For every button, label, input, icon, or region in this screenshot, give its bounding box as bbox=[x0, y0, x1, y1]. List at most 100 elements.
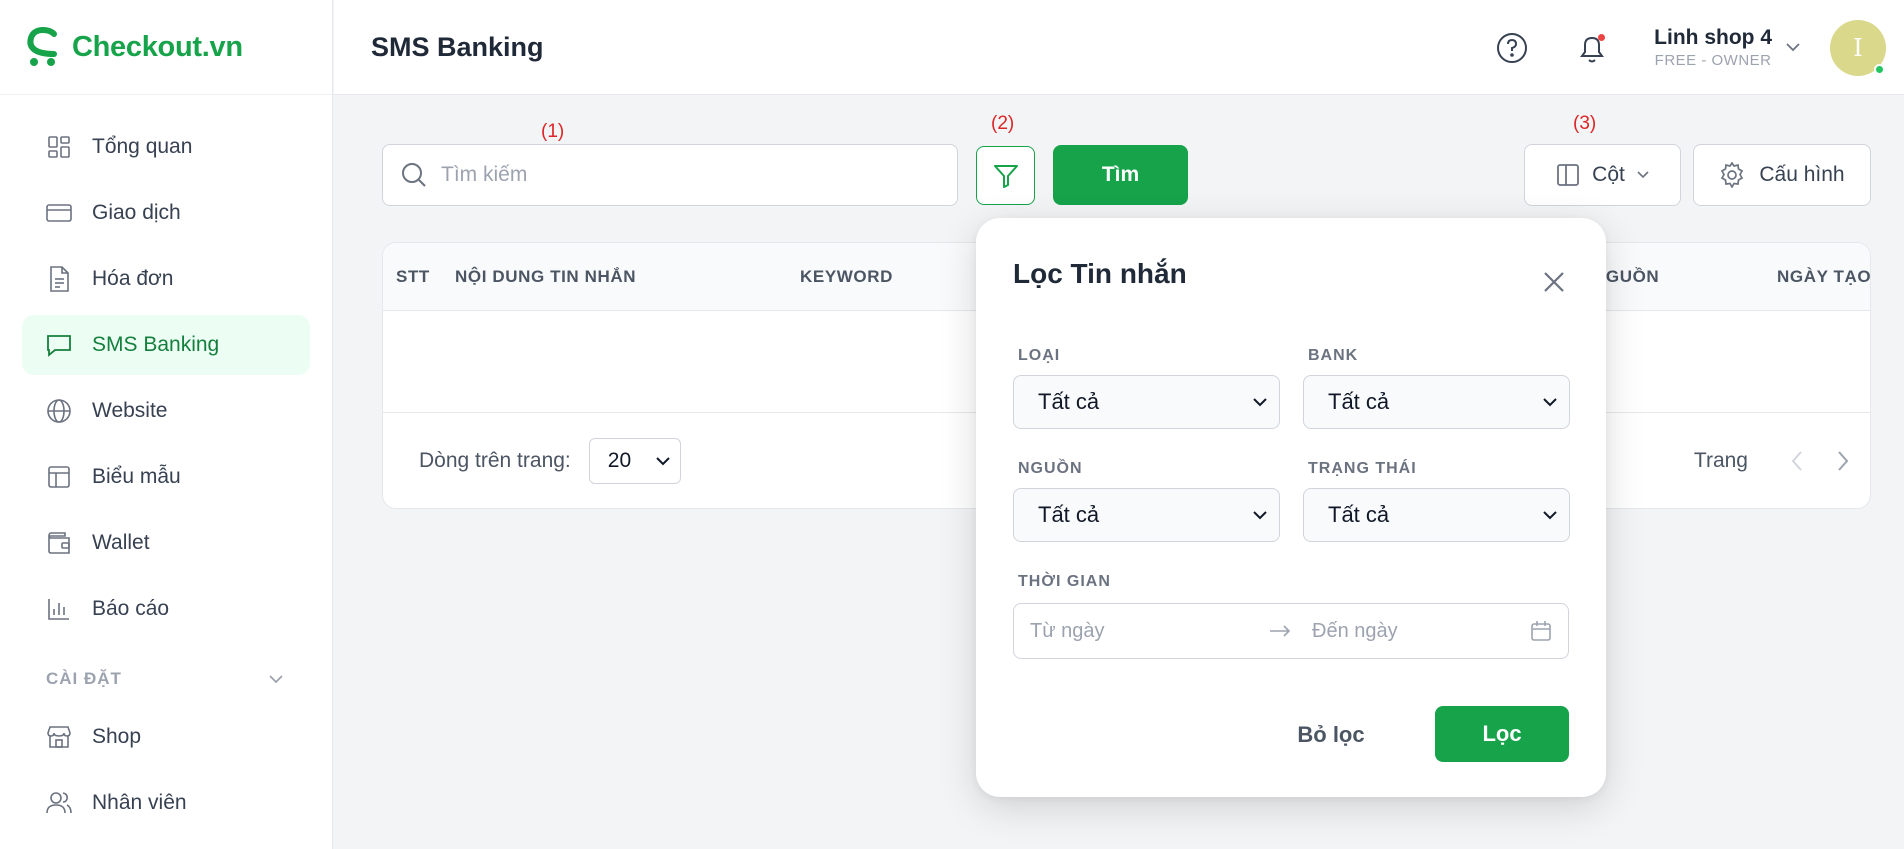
status-select[interactable]: Tất cả bbox=[1303, 488, 1570, 542]
sidebar-item-wallet[interactable]: Wallet bbox=[22, 513, 310, 573]
chevron-down-icon bbox=[1543, 510, 1557, 519]
config-label: Cấu hình bbox=[1759, 163, 1845, 186]
chevron-down-icon bbox=[1543, 397, 1557, 406]
store-icon bbox=[46, 724, 72, 750]
settings-section-toggle[interactable]: CÀI ĐẶT bbox=[22, 659, 310, 699]
credit-card-icon bbox=[46, 200, 72, 226]
marker-2: (2) bbox=[991, 113, 1015, 134]
message-icon bbox=[46, 332, 72, 358]
time-label: THỜI GIAN bbox=[1018, 573, 1111, 590]
chevron-down-icon bbox=[269, 675, 283, 684]
page-title: SMS Banking bbox=[371, 31, 544, 62]
bank-select[interactable]: Tất cả bbox=[1303, 375, 1570, 429]
source-value: Tất cả bbox=[1038, 502, 1100, 527]
checkout-logo-icon bbox=[27, 27, 57, 66]
search-icon bbox=[402, 163, 426, 187]
notification-dot bbox=[1598, 33, 1606, 41]
date-to-input[interactable]: Đến ngày bbox=[1300, 620, 1530, 643]
sidebar-item-label: Nhân viên bbox=[92, 791, 187, 814]
sidebar-item-sms-banking[interactable]: SMS Banking bbox=[22, 315, 310, 375]
help-icon bbox=[1497, 32, 1528, 63]
bank-value: Tất cả bbox=[1328, 389, 1390, 414]
sidebar-item-giao-dich[interactable]: Giao dịch bbox=[22, 183, 310, 243]
columns-button[interactable]: Cột bbox=[1524, 144, 1681, 206]
page-label: Trang bbox=[1693, 449, 1748, 472]
sidebar-item-label: Hóa đơn bbox=[92, 267, 174, 290]
type-select[interactable]: Tất cả bbox=[1013, 375, 1280, 429]
chevron-down-icon bbox=[1253, 510, 1267, 519]
sidebar-item-shop[interactable]: Shop bbox=[22, 707, 310, 767]
sidebar-item-label: Wallet bbox=[92, 531, 150, 554]
sidebar-item-label: Website bbox=[92, 399, 168, 422]
filter-title: Lọc Tin nhắn bbox=[1013, 258, 1187, 289]
type-value: Tất cả bbox=[1038, 389, 1100, 414]
sidebar-nav: Tổng quan Giao dịch Hóa đơn SMS Banking … bbox=[0, 95, 332, 833]
sidebar-item-label: SMS Banking bbox=[92, 333, 220, 356]
source-select[interactable]: Tất cả bbox=[1013, 488, 1280, 542]
arrow-right-icon bbox=[1260, 625, 1300, 637]
config-button[interactable]: Cấu hình bbox=[1693, 144, 1871, 206]
search-box bbox=[382, 144, 958, 206]
column-header-keyword[interactable]: KEYWORD bbox=[800, 243, 893, 311]
close-icon bbox=[1544, 272, 1564, 292]
sidebar-item-nhan-vien[interactable]: Nhân viên bbox=[22, 773, 310, 833]
sidebar-item-label: Biểu mẫu bbox=[92, 465, 181, 488]
find-button[interactable]: Tìm bbox=[1053, 145, 1188, 205]
apply-filter-button[interactable]: Lọc bbox=[1435, 706, 1569, 762]
avatar-initial: I bbox=[1853, 33, 1863, 62]
calendar-icon[interactable] bbox=[1530, 620, 1552, 642]
notifications-button[interactable] bbox=[1572, 28, 1612, 68]
marker-3: (3) bbox=[1573, 113, 1597, 134]
settings-section-label: CÀI ĐẶT bbox=[46, 669, 122, 688]
filter-icon bbox=[993, 164, 1018, 188]
rows-per-page-select[interactable]: 20 bbox=[588, 438, 681, 484]
rows-per-page-label: Dòng trên trang: bbox=[419, 449, 571, 472]
date-range-picker: Từ ngày Đến ngày bbox=[1013, 603, 1569, 659]
layout-icon bbox=[46, 464, 72, 490]
sidebar-item-label: Shop bbox=[92, 725, 142, 748]
chevron-down-icon bbox=[1253, 397, 1267, 406]
next-page-icon[interactable] bbox=[1836, 450, 1850, 472]
globe-icon bbox=[46, 398, 72, 424]
chevron-down-icon[interactable] bbox=[1786, 43, 1800, 52]
rows-per-page-value: 20 bbox=[607, 449, 632, 472]
search-input[interactable] bbox=[441, 163, 921, 187]
brand[interactable]: Checkout.vn bbox=[0, 0, 332, 95]
filter-button[interactable] bbox=[976, 146, 1035, 205]
top-header: SMS Banking Linh shop 4 FREE - OWNER I bbox=[334, 0, 1904, 95]
source-label: NGUỒN bbox=[1018, 460, 1083, 477]
sidebar-item-bao-cao[interactable]: Báo cáo bbox=[22, 579, 310, 639]
close-button[interactable] bbox=[1540, 268, 1568, 296]
sidebar: Checkout.vn Tổng quan Giao dịch Hóa đơn … bbox=[0, 0, 333, 849]
user-name: Linh shop 4 bbox=[1654, 26, 1772, 49]
user-menu[interactable]: Linh shop 4 FREE - OWNER bbox=[1654, 26, 1772, 69]
sidebar-item-bieu-mau[interactable]: Biểu mẫu bbox=[22, 447, 310, 507]
help-button[interactable] bbox=[1492, 28, 1532, 68]
reset-filter-button[interactable]: Bỏ lọc bbox=[1296, 708, 1366, 762]
sidebar-item-website[interactable]: Website bbox=[22, 381, 310, 441]
sidebar-item-tong-quan[interactable]: Tổng quan bbox=[22, 117, 310, 177]
chevron-down-icon bbox=[656, 456, 670, 465]
date-from-input[interactable]: Từ ngày bbox=[1030, 620, 1260, 643]
brand-name: Checkout.vn bbox=[72, 30, 243, 63]
grid-icon bbox=[46, 134, 72, 160]
sidebar-item-label: Giao dịch bbox=[92, 201, 181, 224]
chevron-down-icon bbox=[1637, 171, 1649, 179]
prev-page-icon[interactable] bbox=[1790, 450, 1804, 472]
sidebar-item-hoa-don[interactable]: Hóa đơn bbox=[22, 249, 310, 309]
column-header-stt[interactable]: STT bbox=[396, 243, 430, 311]
column-header-created[interactable]: NGÀY TẠO bbox=[1777, 243, 1870, 311]
type-label: LOẠI bbox=[1018, 347, 1061, 364]
avatar[interactable]: I bbox=[1830, 19, 1886, 76]
status-value: Tất cả bbox=[1328, 502, 1390, 527]
header-actions: Linh shop 4 FREE - OWNER I bbox=[1492, 0, 1886, 95]
columns-icon bbox=[1557, 164, 1580, 186]
invoice-icon bbox=[46, 266, 72, 292]
filter-popover: Lọc Tin nhắn LOẠI Tất cả BANK Tất cả NGU… bbox=[976, 218, 1606, 797]
bar-chart-icon bbox=[46, 596, 72, 622]
status-label: TRẠNG THÁI bbox=[1308, 460, 1417, 477]
bank-label: BANK bbox=[1308, 347, 1359, 364]
users-icon bbox=[46, 790, 72, 816]
sidebar-item-label: Báo cáo bbox=[92, 597, 170, 620]
column-header-content[interactable]: NỘI DUNG TIN NHẮN bbox=[455, 243, 636, 311]
